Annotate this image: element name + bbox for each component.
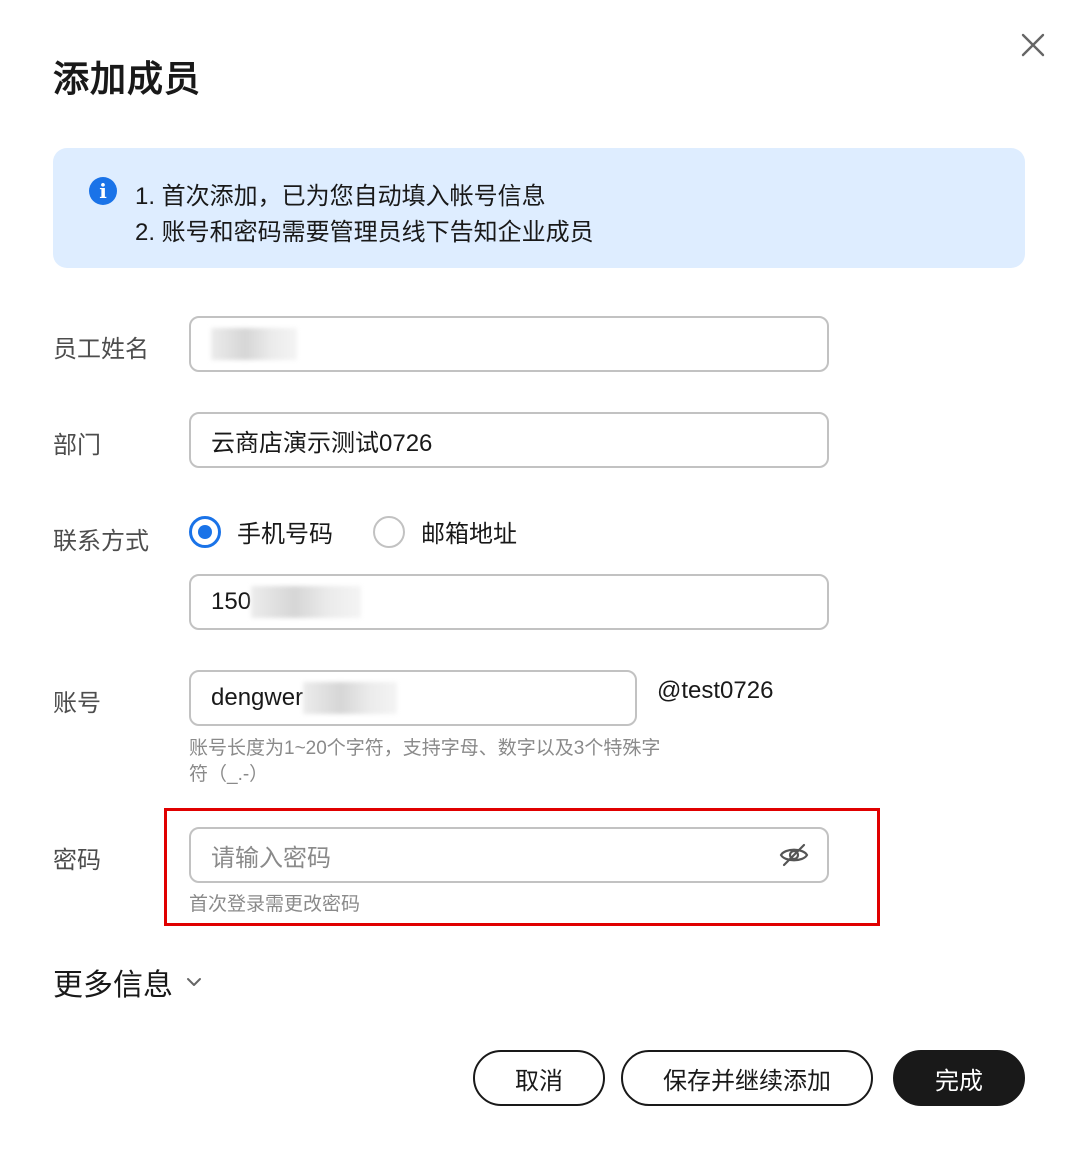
add-member-dialog: 添加成员 i 1. 首次添加，已为您自动填入帐号信息 2. 账号和密码需要管理员… bbox=[0, 0, 1077, 1160]
close-icon[interactable] bbox=[1018, 30, 1048, 60]
more-info-label: 更多信息 bbox=[53, 969, 173, 1002]
employee-name-label: 员工姓名 bbox=[53, 336, 149, 363]
account-value: dengwer bbox=[211, 684, 304, 711]
cancel-button[interactable]: 取消 bbox=[473, 1050, 605, 1106]
password-hint: 首次登录需更改密码 bbox=[189, 894, 361, 915]
redacted-name bbox=[211, 328, 297, 360]
eye-off-icon[interactable] bbox=[779, 842, 809, 868]
phone-input[interactable]: 150 bbox=[189, 574, 829, 630]
account-label: 账号 bbox=[53, 690, 101, 717]
contact-method-label: 联系方式 bbox=[53, 528, 149, 555]
account-domain-suffix: @test0726 bbox=[657, 677, 774, 704]
department-value: 云商店演示测试0726 bbox=[211, 429, 433, 457]
phone-value: 150 bbox=[211, 588, 252, 615]
password-placeholder: 请输入密码 bbox=[211, 844, 331, 872]
more-info-toggle[interactable]: 更多信息 bbox=[53, 960, 203, 1004]
info-icon: i bbox=[89, 177, 117, 205]
email-radio-label[interactable]: 邮箱地址 bbox=[421, 514, 517, 549]
department-label: 部门 bbox=[53, 432, 101, 459]
notice-line-2: 2. 账号和密码需要管理员线下告知企业成员 bbox=[135, 219, 594, 246]
notice-line-1: 1. 首次添加，已为您自动填入帐号信息 bbox=[135, 183, 546, 210]
phone-radio-label[interactable]: 手机号码 bbox=[237, 514, 333, 549]
redacted-phone bbox=[251, 586, 362, 618]
chevron-down-icon bbox=[187, 978, 201, 986]
department-input[interactable]: 云商店演示测试0726 bbox=[189, 412, 829, 468]
password-input[interactable]: 请输入密码 bbox=[189, 827, 829, 883]
dialog-title: 添加成员 bbox=[53, 58, 202, 99]
save-and-continue-button[interactable]: 保存并继续添加 bbox=[621, 1050, 873, 1106]
employee-name-input[interactable] bbox=[189, 316, 829, 372]
notice-box: i 1. 首次添加，已为您自动填入帐号信息 2. 账号和密码需要管理员线下告知企… bbox=[53, 148, 1025, 268]
redacted-account bbox=[303, 682, 398, 714]
account-hint-line-1: 账号长度为1~20个字符，支持字母、数字以及3个特殊字 bbox=[189, 738, 661, 759]
account-hint-line-2: 符（_.-） bbox=[189, 764, 269, 785]
account-input[interactable]: dengwer bbox=[189, 670, 637, 726]
email-radio[interactable] bbox=[373, 515, 405, 548]
password-label: 密码 bbox=[53, 847, 101, 874]
done-button[interactable]: 完成 bbox=[893, 1050, 1025, 1106]
contact-method-radio-group: 手机号码 邮箱地址 bbox=[189, 514, 517, 549]
phone-radio[interactable] bbox=[189, 515, 221, 548]
